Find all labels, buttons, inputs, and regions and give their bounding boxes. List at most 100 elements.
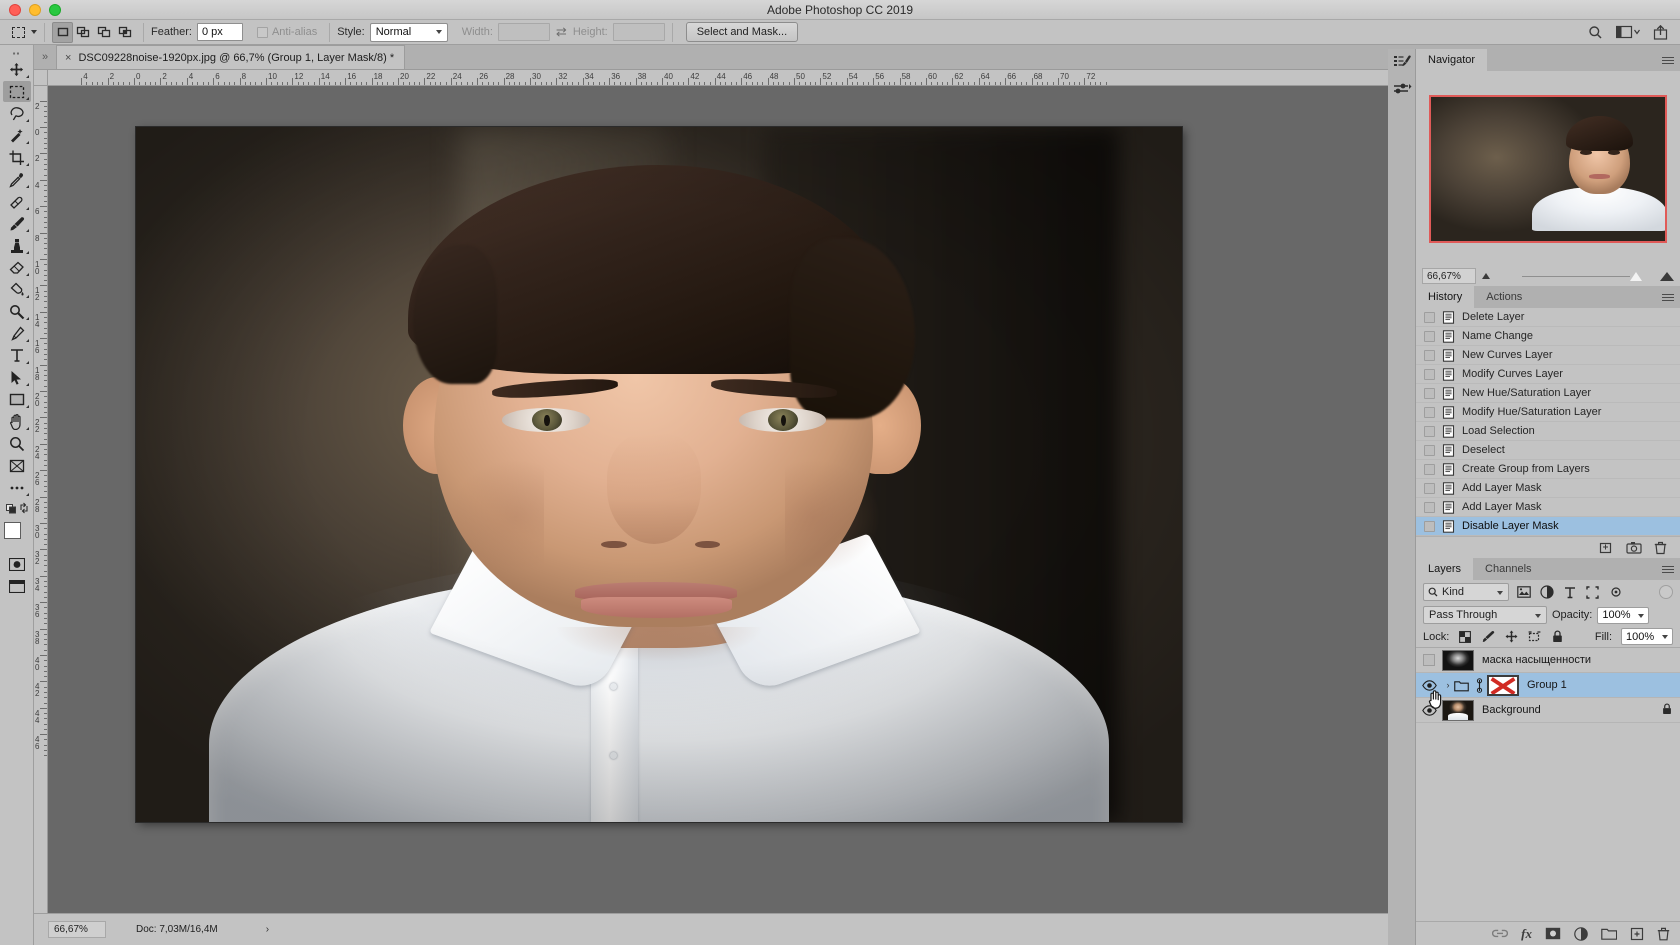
- new-group-icon[interactable]: [1601, 927, 1617, 940]
- screen-mode-icon[interactable]: [3, 576, 31, 597]
- panel-menu-icon[interactable]: [1662, 563, 1674, 575]
- opacity-field[interactable]: 100%: [1597, 606, 1650, 624]
- history-snapshot-checkbox[interactable]: [1424, 349, 1435, 361]
- history-snapshot-checkbox[interactable]: [1424, 387, 1435, 399]
- small-mountain-icon[interactable]: [1482, 273, 1490, 279]
- new-selection-button[interactable]: [52, 21, 73, 43]
- lock-transparent-pixels-icon[interactable]: [1458, 630, 1472, 644]
- tab-channels[interactable]: Channels: [1473, 558, 1544, 580]
- tab-navigator[interactable]: Navigator: [1416, 49, 1488, 71]
- select-and-mask-button[interactable]: Select and Mask...: [685, 22, 799, 42]
- more-tools-button[interactable]: [3, 477, 31, 498]
- navigator-zoom-slider[interactable]: [1496, 268, 1654, 284]
- layer-name[interactable]: маска насыщенности: [1482, 654, 1591, 666]
- brush-settings-icon[interactable]: [1388, 76, 1416, 103]
- eyedropper-tool[interactable]: [3, 169, 31, 190]
- type-tool[interactable]: [3, 345, 31, 366]
- crop-tool[interactable]: [3, 147, 31, 168]
- layer-list[interactable]: маска насыщенности › Group 1 Background: [1416, 648, 1680, 723]
- history-snapshot-checkbox[interactable]: [1424, 501, 1435, 513]
- share-icon[interactable]: [1651, 23, 1670, 42]
- path-selection-tool[interactable]: [3, 367, 31, 388]
- vertical-ruler[interactable]: 2 0 2 4 6 8 1 0 1 2 1 4 1 6 1 8 2 0 2 2 2 4 2 6 2 8 3 0 3…: [34, 86, 48, 913]
- intersect-with-selection-button[interactable]: [115, 22, 136, 43]
- search-icon[interactable]: [1586, 23, 1605, 42]
- history-state-list[interactable]: Delete Layer Name Change New Curves Layer M…: [1416, 308, 1680, 536]
- history-state-item[interactable]: Deselect: [1416, 441, 1680, 460]
- subtract-from-selection-button[interactable]: [94, 22, 115, 43]
- layer-filter-kind-select[interactable]: Kind: [1423, 583, 1509, 601]
- history-snapshot-checkbox[interactable]: [1424, 425, 1435, 437]
- quick-mask-icon[interactable]: [3, 554, 31, 575]
- checkbox-icon[interactable]: [256, 26, 268, 38]
- delete-state-icon[interactable]: [1654, 541, 1668, 555]
- lock-position-icon[interactable]: [1504, 630, 1518, 644]
- history-state-item[interactable]: Add Layer Mask: [1416, 479, 1680, 498]
- default-colors-and-swap[interactable]: [3, 499, 31, 517]
- layer-style-fx-icon[interactable]: fx: [1521, 926, 1532, 942]
- layer-visibility-toggle[interactable]: [1416, 704, 1442, 716]
- history-state-item[interactable]: Modify Curves Layer: [1416, 365, 1680, 384]
- adjustment-layer-filter-icon[interactable]: [1538, 584, 1555, 601]
- add-layer-mask-icon[interactable]: [1545, 927, 1561, 940]
- document-image[interactable]: [136, 127, 1182, 822]
- layer-name[interactable]: Group 1: [1527, 679, 1567, 691]
- history-snapshot-checkbox[interactable]: [1424, 463, 1435, 475]
- lasso-tool[interactable]: [3, 103, 31, 124]
- lock-all-icon[interactable]: [1550, 630, 1564, 644]
- status-expand-icon[interactable]: ›: [266, 924, 269, 935]
- navigator-thumbnail[interactable]: [1429, 94, 1667, 243]
- width-input[interactable]: [497, 23, 550, 41]
- create-document-from-state-icon[interactable]: [1598, 541, 1612, 555]
- slider-handle[interactable]: [1630, 271, 1642, 281]
- zoom-level-field[interactable]: 66,67%: [48, 921, 106, 938]
- table-row[interactable]: Background: [1416, 698, 1680, 723]
- brush-tool[interactable]: [3, 213, 31, 234]
- history-snapshot-checkbox[interactable]: [1424, 368, 1435, 380]
- history-snapshot-checkbox[interactable]: [1424, 330, 1435, 342]
- collapse-panel-icon[interactable]: »: [34, 44, 56, 69]
- quick-selection-tool[interactable]: [3, 125, 31, 146]
- large-mountain-icon[interactable]: [1660, 271, 1674, 281]
- swap-arrows-icon[interactable]: ⇄: [550, 24, 573, 40]
- new-adjustment-layer-icon[interactable]: [1574, 926, 1588, 941]
- chevron-down-icon[interactable]: [31, 30, 37, 34]
- history-snapshot-checkbox[interactable]: [1424, 520, 1435, 532]
- toolbar-drag-handle[interactable]: ▪▪: [0, 47, 33, 59]
- layer-visibility-toggle[interactable]: [1416, 654, 1442, 666]
- history-state-item[interactable]: Add Layer Mask: [1416, 498, 1680, 517]
- style-select[interactable]: Normal: [369, 22, 448, 42]
- fill-field[interactable]: 100%: [1621, 628, 1673, 645]
- layer-thumbnail[interactable]: [1442, 649, 1474, 671]
- eye-hidden-icon[interactable]: [1423, 654, 1435, 666]
- history-state-item[interactable]: Delete Layer: [1416, 308, 1680, 327]
- zoom-tool[interactable]: [3, 433, 31, 454]
- workspace-switcher-icon[interactable]: [1615, 23, 1641, 42]
- hand-tool[interactable]: [3, 411, 31, 432]
- smart-object-filter-icon[interactable]: [1607, 584, 1624, 601]
- foreground-color-swatch[interactable]: [3, 522, 21, 539]
- lock-artboard-nesting-icon[interactable]: [1527, 630, 1541, 644]
- dodge-tool[interactable]: [3, 301, 31, 322]
- history-snapshot-checkbox[interactable]: [1424, 444, 1435, 456]
- lock-image-pixels-icon[interactable]: [1481, 630, 1495, 644]
- layer-thumbnail[interactable]: [1442, 699, 1474, 721]
- table-row[interactable]: › Group 1: [1416, 673, 1680, 709]
- history-state-item[interactable]: New Hue/Saturation Layer: [1416, 384, 1680, 403]
- spot-healing-brush-tool[interactable]: [3, 191, 31, 212]
- move-tool[interactable]: [3, 59, 31, 80]
- panel-menu-icon[interactable]: [1662, 291, 1674, 303]
- clone-stamp-tool[interactable]: [3, 235, 31, 256]
- layer-visibility-toggle[interactable]: [1416, 679, 1442, 709]
- history-snapshot-checkbox[interactable]: [1424, 482, 1435, 494]
- link-mask-icon[interactable]: [1475, 677, 1484, 693]
- new-layer-icon[interactable]: [1630, 927, 1644, 941]
- close-window-button[interactable]: [9, 3, 21, 16]
- tab-actions[interactable]: Actions: [1474, 286, 1535, 308]
- history-snapshot-checkbox[interactable]: [1424, 406, 1435, 418]
- chevron-right-icon[interactable]: ›: [1442, 680, 1454, 690]
- eraser-tool[interactable]: [3, 257, 31, 278]
- horizontal-ruler[interactable]: 4 2 0 2 4 6 8 10 12 14 16 18 20 22 24 26 28 30 32 34 36 38 40 4…: [48, 70, 1388, 86]
- history-state-item[interactable]: Modify Hue/Saturation Layer: [1416, 403, 1680, 422]
- gradient-tool[interactable]: [3, 279, 31, 300]
